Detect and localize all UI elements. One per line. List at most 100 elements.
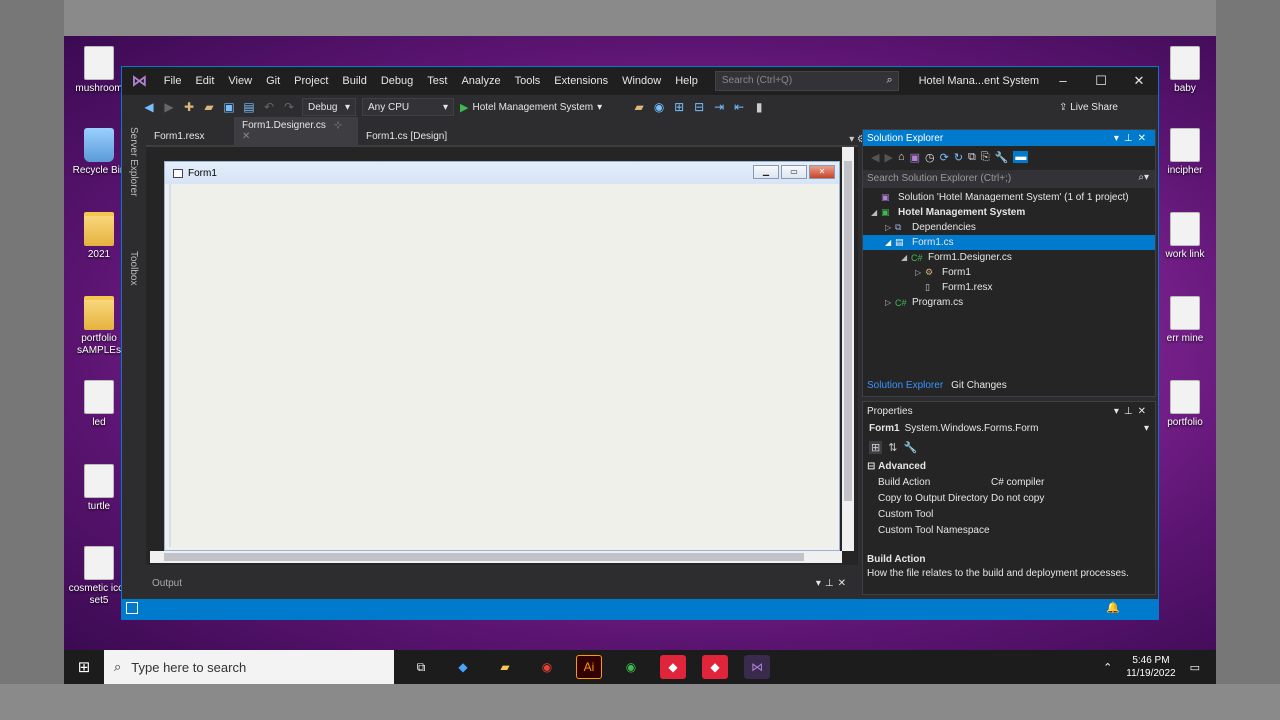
show-all-files-icon[interactable]: ⎘ <box>981 151 990 164</box>
chrome-icon[interactable]: ◉ <box>534 655 560 679</box>
menu-window[interactable]: Window <box>615 75 668 87</box>
align-icon[interactable]: ⊞ <box>672 100 686 114</box>
layout-icon[interactable]: ⊟ <box>692 100 706 114</box>
expanded-arrow-icon[interactable]: ◢ <box>871 208 881 217</box>
redo-icon[interactable]: ↷ <box>282 100 296 114</box>
search-input[interactable]: Search (Ctrl+Q) ⌕ <box>714 71 899 91</box>
form-client-area[interactable] <box>169 184 835 547</box>
property-row[interactable]: Custom Tool <box>863 506 1155 522</box>
collapsed-arrow-icon[interactable]: ▷ <box>885 298 895 307</box>
menu-tools[interactable]: Tools <box>508 75 548 87</box>
tree-item-form1-class[interactable]: ▷ ⚙ Form1 <box>863 265 1155 280</box>
tab-git-changes[interactable]: Git Changes <box>947 378 1011 396</box>
collapse-icon[interactable]: ⊟ <box>867 461 878 472</box>
tab-form1-cs-design[interactable]: Form1.cs [Design] <box>358 128 468 145</box>
desktop-icon[interactable]: work link <box>1154 212 1216 261</box>
save-all-icon[interactable]: ▤ <box>242 100 256 114</box>
notification-center-icon[interactable]: ▭ <box>1190 661 1200 674</box>
start-debugging-button[interactable]: ▶ Hotel Management System ▾ <box>460 101 602 114</box>
tree-item-project[interactable]: ◢ ▣ Hotel Management System <box>863 205 1155 220</box>
expanded-arrow-icon[interactable]: ◢ <box>901 253 911 262</box>
tree-item-program-cs[interactable]: ▷ C# Program.cs <box>863 295 1155 310</box>
menu-project[interactable]: Project <box>287 75 335 87</box>
menu-git[interactable]: Git <box>259 75 287 87</box>
property-row[interactable]: Build Action C# compiler <box>863 474 1155 490</box>
back-icon[interactable]: ◀ <box>871 151 879 164</box>
panel-controls-icon[interactable]: ▾⊥✕ <box>1114 406 1151 417</box>
platform-dropdown[interactable]: Any CPU ▾ <box>362 98 454 116</box>
desktop-icon[interactable]: err mine <box>1154 296 1216 345</box>
tab-form1-designer-cs[interactable]: Form1.Designer.cs ⊹ ✕ <box>234 117 358 145</box>
minimize-button[interactable]: – <box>1044 73 1082 89</box>
taskbar-search-input[interactable]: ⌕ Type here to search <box>104 650 394 684</box>
menu-test[interactable]: Test <box>420 75 454 87</box>
refresh-icon[interactable]: ↻ <box>954 151 963 164</box>
file-explorer-icon[interactable]: ▰ <box>492 655 518 679</box>
properties-wrench-icon[interactable]: 🔧 <box>995 151 1009 164</box>
app-icon[interactable]: ◆ <box>660 655 686 679</box>
tab-server-explorer[interactable]: Server Explorer <box>128 127 139 196</box>
tree-item-solution[interactable]: ▣ Solution 'Hotel Management System' (1 o… <box>863 190 1155 205</box>
forward-icon[interactable]: ▶ <box>162 100 176 114</box>
clock[interactable]: 5:46 PM 11/19/2022 <box>1126 654 1175 680</box>
open-icon[interactable]: ▰ <box>202 100 216 114</box>
tab-form1-resx[interactable]: Form1.resx <box>146 128 234 145</box>
history-icon[interactable]: ◷ <box>925 151 935 164</box>
expanded-arrow-icon[interactable]: ◢ <box>885 238 895 247</box>
undo-icon[interactable]: ↶ <box>262 100 276 114</box>
menu-view[interactable]: View <box>221 75 259 87</box>
configuration-dropdown[interactable]: Debug ▾ <box>302 98 356 116</box>
indent-icon[interactable]: ⇥ <box>712 100 726 114</box>
desktop-icon[interactable]: baby <box>1154 46 1216 95</box>
forward-icon[interactable]: ▶ <box>884 151 892 164</box>
tree-item-form1-cs[interactable]: ◢ ▤ Form1.cs <box>863 235 1155 250</box>
maximize-button[interactable]: ☐ <box>1082 73 1120 89</box>
windows-start-icon[interactable]: ⊞ <box>64 658 104 676</box>
menu-file[interactable]: File <box>157 75 189 87</box>
menu-extensions[interactable]: Extensions <box>547 75 615 87</box>
switch-views-icon[interactable]: ▣ <box>910 151 920 164</box>
folder-icon[interactable]: ▰ <box>632 100 646 114</box>
property-row[interactable]: Copy to Output Directory Do not copy <box>863 490 1155 506</box>
screenshot-icon[interactable]: ◉ <box>652 100 666 114</box>
solution-explorer-search-input[interactable]: Search Solution Explorer (Ctrl+;) ⌕▾ <box>863 170 1155 188</box>
task-view-icon[interactable]: ⧉ <box>408 655 434 679</box>
live-share-button[interactable]: ⇪ Live Share <box>1059 102 1118 113</box>
menu-build[interactable]: Build <box>335 75 373 87</box>
home-icon[interactable]: ⌂ <box>898 151 905 163</box>
menu-edit[interactable]: Edit <box>188 75 221 87</box>
menu-help[interactable]: Help <box>668 75 705 87</box>
tab-solution-explorer[interactable]: Solution Explorer <box>863 378 947 396</box>
illustrator-icon[interactable]: Ai <box>576 655 602 679</box>
chevron-up-icon[interactable]: ⌃ <box>1103 661 1112 674</box>
panel-controls-icon[interactable]: ▾⊥✕ <box>1114 133 1151 144</box>
chrome-profile-icon[interactable]: ◉ <box>618 655 644 679</box>
alphabetical-icon[interactable]: ⇅ <box>888 441 897 454</box>
property-category[interactable]: ⊟ Advanced <box>863 458 1155 474</box>
horizontal-scrollbar[interactable] <box>150 551 842 563</box>
back-icon[interactable]: ◀ <box>142 100 156 114</box>
notifications-icon[interactable]: 🔔 <box>1106 601 1120 614</box>
property-pages-icon[interactable]: 🔧 <box>903 441 917 454</box>
app-icon[interactable]: ◆ <box>450 655 476 679</box>
collapsed-arrow-icon[interactable]: ▷ <box>885 223 895 232</box>
panel-controls-icon[interactable]: ▾⊥✕ <box>816 578 850 589</box>
collapse-all-icon[interactable]: ⧉ <box>968 151 976 164</box>
collapsed-arrow-icon[interactable]: ▷ <box>915 268 925 277</box>
tab-toolbox[interactable]: Toolbox <box>128 251 139 285</box>
output-panel-header[interactable]: Output ▾⊥✕ <box>146 572 858 594</box>
preview-icon[interactable]: ▬ <box>1013 151 1029 163</box>
bookmark-icon[interactable]: ▮ <box>752 100 766 114</box>
outdent-icon[interactable]: ⇤ <box>732 100 746 114</box>
vertical-scrollbar[interactable] <box>842 147 854 551</box>
visual-studio-icon[interactable]: ⋈ <box>744 655 770 679</box>
app-icon[interactable]: ◆ <box>702 655 728 679</box>
menu-analyze[interactable]: Analyze <box>454 75 507 87</box>
categorized-icon[interactable]: ⊞ <box>869 440 883 454</box>
new-project-icon[interactable]: ✚ <box>182 100 196 114</box>
scrollbar-thumb[interactable] <box>844 161 852 501</box>
property-row[interactable]: Custom Tool Namespace <box>863 522 1155 538</box>
desktop-icon[interactable]: portfolio <box>1154 380 1216 429</box>
tree-item-form1-resx[interactable]: ▯ Form1.resx <box>863 280 1155 295</box>
desktop-icon[interactable]: incipher <box>1154 128 1216 177</box>
